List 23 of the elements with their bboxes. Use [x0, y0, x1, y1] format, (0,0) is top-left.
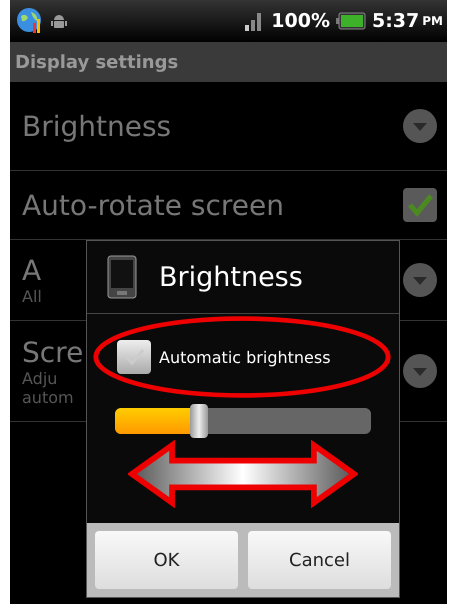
dialog-title: Brightness [159, 262, 303, 292]
android-icon [50, 12, 68, 30]
checkbox[interactable] [403, 188, 437, 222]
dialog-button[interactable]: Cancel [248, 531, 391, 589]
setting-summary: All [22, 287, 42, 306]
dropdown-icon[interactable] [403, 109, 437, 143]
battery-percentage: 100% [271, 10, 330, 32]
setting-title[interactable]: Scre [22, 336, 84, 368]
setting-title[interactable]: Brightness [22, 110, 172, 142]
clock-time: 5:37 [372, 10, 420, 32]
dialog-button[interactable]: OK [95, 531, 238, 589]
setting-title[interactable]: A [22, 254, 42, 287]
dropdown-icon[interactable] [403, 263, 437, 297]
setting-title[interactable]: Auto-rotate screen [22, 188, 284, 222]
setting-summary: Adju [22, 368, 58, 388]
phone-icon [107, 255, 137, 299]
slider-thumb[interactable] [190, 404, 208, 438]
screen-title: Display settings [15, 52, 178, 72]
setting-summary: autom [22, 388, 75, 406]
dropdown-icon[interactable] [403, 354, 437, 388]
globe-icon [16, 7, 44, 35]
clock-period: PM [422, 14, 443, 28]
battery-icon [336, 12, 366, 30]
